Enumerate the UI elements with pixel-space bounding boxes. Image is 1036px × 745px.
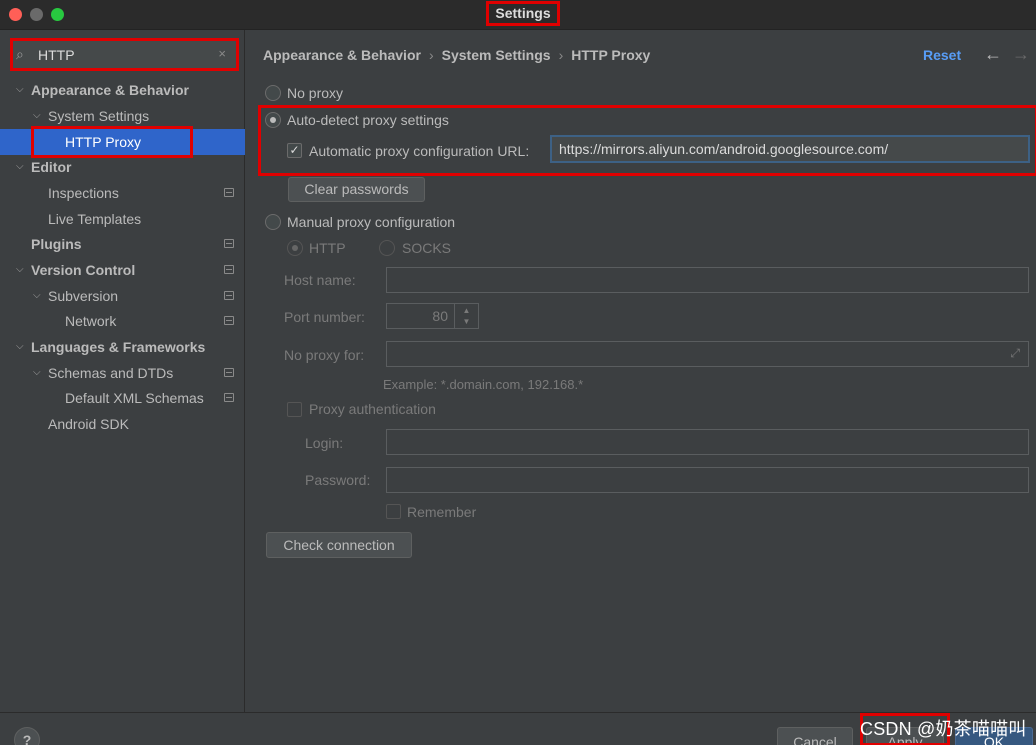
settings-sidebar: ⌕ × ⌵ Appearance & Behavior ⌵ System Set…: [0, 30, 245, 712]
login-label: Login:: [305, 435, 344, 451]
breadcrumb-item: Appearance & Behavior: [263, 47, 421, 63]
proxy-auth-label: Proxy authentication: [309, 401, 436, 417]
auto-detect-label: Auto-detect proxy settings: [287, 112, 449, 128]
port-number-value: 80: [432, 308, 448, 324]
auto-config-url-label: Automatic proxy configuration URL:: [309, 143, 530, 159]
remember-checkbox[interactable]: [386, 504, 401, 519]
breadcrumb-item: HTTP Proxy: [571, 47, 651, 63]
chevron-down-icon[interactable]: ⌵: [33, 283, 41, 309]
sidebar-item-schemas-dtds[interactable]: ⌵ Schemas and DTDs: [0, 360, 245, 386]
search-icon: ⌕: [16, 46, 24, 62]
project-settings-icon: [224, 239, 234, 248]
help-button[interactable]: ?: [14, 727, 40, 745]
no-proxy-label: No proxy: [287, 85, 344, 101]
breadcrumb-item: System Settings: [441, 47, 551, 63]
clear-search-icon[interactable]: ×: [218, 46, 226, 61]
proxy-auth-checkbox[interactable]: [287, 402, 302, 417]
no-proxy-example: Example: *.domain.com, 192.168.*: [383, 377, 584, 392]
sidebar-item-inspections[interactable]: Inspections: [0, 180, 245, 206]
http-proxy-panel: Appearance & Behavior › System Settings › HT…: [246, 30, 1036, 712]
cancel-button[interactable]: Cancel: [777, 727, 853, 745]
project-settings-icon: [224, 188, 234, 197]
sidebar-item-languages-frameworks[interactable]: ⌵ Languages & Frameworks: [0, 334, 245, 360]
chevron-down-icon[interactable]: ⌵: [33, 360, 41, 386]
sidebar-item-network[interactable]: Network: [0, 308, 245, 334]
auto-detect-radio[interactable]: [265, 112, 281, 128]
window-title: Settings: [486, 1, 560, 26]
maximize-window-button[interactable]: [51, 8, 64, 21]
auto-config-url-checkbox[interactable]: ✓: [287, 143, 302, 158]
chevron-down-icon[interactable]: ⌵: [16, 77, 24, 103]
breadcrumb-separator-icon: ›: [428, 47, 434, 63]
reset-link[interactable]: Reset: [923, 47, 961, 63]
project-settings-icon: [224, 393, 234, 402]
title-bar: Settings: [0, 0, 1036, 30]
project-settings-icon: [224, 368, 234, 377]
sidebar-item-default-xml-schemas[interactable]: Default XML Schemas: [0, 385, 245, 411]
csdn-watermark: CSDN @奶茶喵喵叫: [860, 719, 1027, 739]
forward-arrow-icon[interactable]: →: [1012, 44, 1030, 65]
port-number-label: Port number:: [284, 309, 365, 325]
close-window-button[interactable]: [9, 8, 22, 21]
sidebar-item-plugins[interactable]: Plugins: [0, 231, 245, 257]
minimize-window-button[interactable]: [30, 8, 43, 21]
no-proxy-radio[interactable]: [265, 85, 281, 101]
settings-search[interactable]: ⌕ ×: [10, 38, 239, 71]
expand-icon[interactable]: ⤢: [1010, 346, 1020, 361]
chevron-down-icon[interactable]: ⌵: [16, 257, 24, 283]
password-field[interactable]: [386, 467, 1029, 493]
project-settings-icon: [224, 316, 234, 325]
login-field[interactable]: [386, 429, 1029, 455]
manual-proxy-label: Manual proxy configuration: [287, 214, 456, 230]
search-input[interactable]: [38, 44, 208, 66]
host-name-field[interactable]: [386, 267, 1029, 293]
remember-label: Remember: [407, 504, 477, 520]
socks-label: SOCKS: [402, 240, 452, 256]
spinner-arrows-icon[interactable]: ▲ ▼: [454, 304, 478, 328]
manual-proxy-radio[interactable]: [265, 214, 281, 230]
http-radio[interactable]: [287, 240, 303, 256]
no-proxy-for-label: No proxy for:: [284, 347, 365, 363]
password-label: Password:: [305, 472, 371, 488]
breadcrumb: Appearance & Behavior › System Settings › HT…: [263, 47, 650, 63]
dialog-footer: ? Cancel Apply OK CSDN @奶茶喵喵叫: [0, 712, 1036, 745]
highlight-box: [31, 126, 193, 158]
sidebar-item-android-sdk[interactable]: Android SDK: [0, 411, 245, 437]
chevron-down-icon[interactable]: ⌵: [16, 154, 24, 180]
sidebar-item-subversion[interactable]: ⌵ Subversion: [0, 283, 245, 309]
http-label: HTTP: [309, 240, 346, 256]
chevron-down-icon[interactable]: ⌵: [16, 334, 24, 360]
host-name-label: Host name:: [284, 272, 356, 288]
project-settings-icon: [224, 265, 234, 274]
sidebar-item-appearance-behavior[interactable]: ⌵ Appearance & Behavior: [0, 77, 245, 103]
clear-passwords-button[interactable]: Clear passwords: [288, 177, 425, 202]
sidebar-item-live-templates[interactable]: Live Templates: [0, 206, 245, 232]
auto-config-url-input[interactable]: https://mirrors.aliyun.com/android.googl…: [550, 135, 1030, 163]
no-proxy-for-field[interactable]: ⤢: [386, 341, 1029, 367]
sidebar-item-version-control[interactable]: ⌵ Version Control: [0, 257, 245, 283]
project-settings-icon: [224, 291, 234, 300]
back-arrow-icon[interactable]: ←: [984, 44, 1002, 65]
socks-radio[interactable]: [379, 240, 395, 256]
port-number-spinner[interactable]: 80 ▲ ▼: [386, 303, 479, 329]
breadcrumb-separator-icon: ›: [558, 47, 564, 63]
check-connection-button[interactable]: Check connection: [266, 532, 412, 558]
